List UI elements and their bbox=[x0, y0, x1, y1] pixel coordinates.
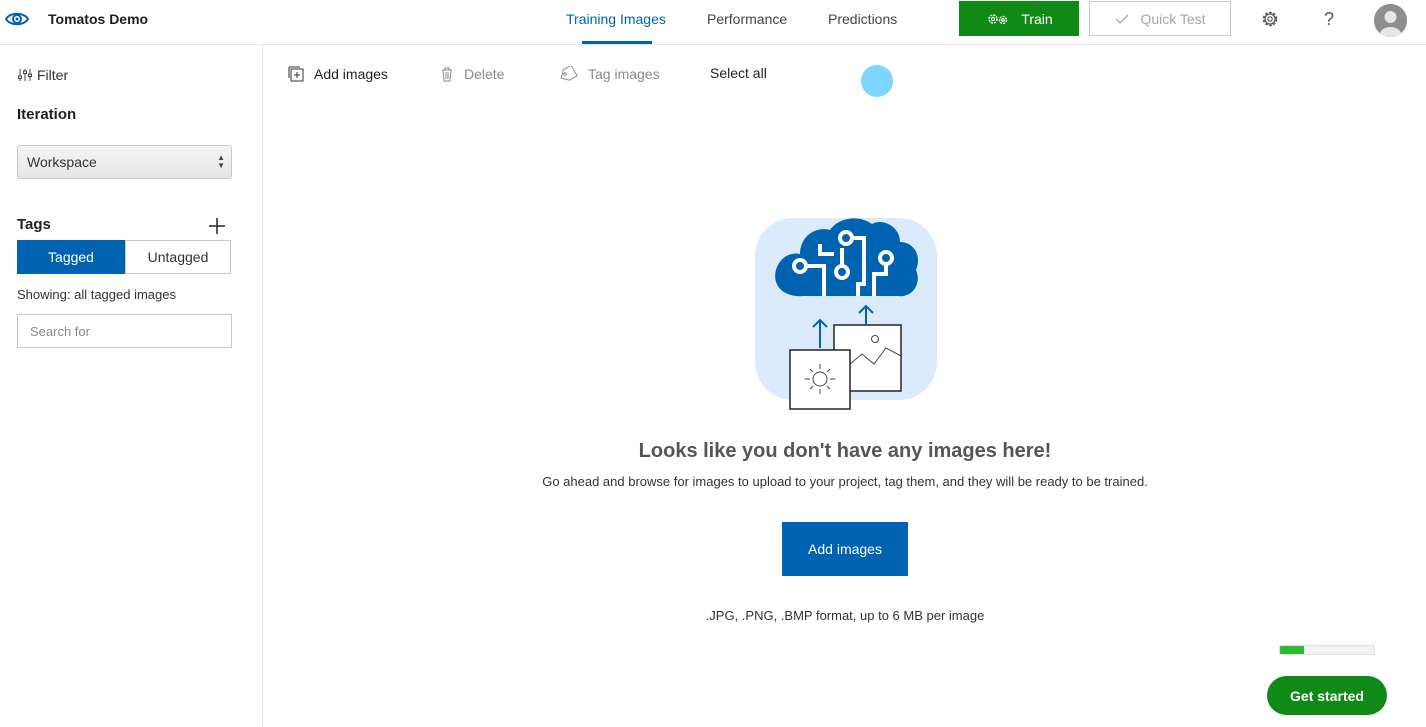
select-all-button[interactable]: Select all bbox=[710, 65, 767, 81]
top-bar: Tomatos Demo Training Images Performance… bbox=[0, 0, 1426, 45]
tab-predictions[interactable]: Predictions bbox=[828, 11, 897, 27]
eye-logo-icon[interactable] bbox=[4, 8, 30, 30]
empty-state-subtitle: Go ahead and browse for images to upload… bbox=[542, 474, 1148, 489]
quick-test-button[interactable]: Quick Test bbox=[1089, 1, 1231, 36]
filter-sliders-icon bbox=[18, 69, 32, 81]
avatar[interactable] bbox=[1374, 4, 1407, 37]
showing-status: Showing: all tagged images bbox=[17, 287, 176, 302]
select-arrows-icon: ▲ ▼ bbox=[217, 153, 225, 170]
add-image-icon bbox=[288, 66, 304, 82]
add-images-button[interactable]: Add images bbox=[782, 522, 908, 576]
get-started-button[interactable]: Get started bbox=[1267, 676, 1387, 715]
cursor-indicator bbox=[861, 65, 893, 97]
upload-cloud-illustration-icon bbox=[755, 218, 937, 410]
train-label: Train bbox=[1021, 10, 1053, 27]
supported-formats-note: .JPG, .PNG, .BMP format, up to 6 MB per … bbox=[705, 608, 985, 623]
gear-icon[interactable] bbox=[1259, 8, 1281, 30]
filter-label: Filter bbox=[37, 67, 69, 83]
app-title[interactable]: Tomatos Demo bbox=[48, 11, 148, 27]
help-icon[interactable]: ? bbox=[1318, 8, 1340, 30]
untagged-toggle[interactable]: Untagged bbox=[125, 240, 231, 274]
onboarding-progress-fill bbox=[1280, 646, 1304, 654]
train-button[interactable]: Train bbox=[959, 1, 1079, 36]
quick-test-label: Quick Test bbox=[1140, 10, 1206, 27]
iteration-heading: Iteration bbox=[17, 106, 77, 123]
user-avatar-icon bbox=[1374, 4, 1407, 37]
active-tab-indicator bbox=[582, 41, 652, 44]
gears-icon bbox=[988, 13, 1008, 24]
tab-training-images[interactable]: Training Images bbox=[566, 11, 666, 27]
tag-images-toolbar-button[interactable]: Tag images bbox=[558, 66, 660, 82]
add-tag-plus-icon[interactable] bbox=[208, 217, 226, 235]
tag-search-input[interactable] bbox=[17, 314, 232, 348]
tab-performance[interactable]: Performance bbox=[707, 11, 787, 27]
tag-images-label: Tag images bbox=[588, 66, 660, 82]
onboarding-progress-bar bbox=[1279, 645, 1375, 655]
empty-state-title: Looks like you don't have any images her… bbox=[638, 440, 1052, 462]
delete-toolbar-button[interactable]: Delete bbox=[440, 66, 504, 82]
filter-button[interactable]: Filter bbox=[17, 67, 68, 83]
iteration-select[interactable]: Workspace ▲ ▼ bbox=[17, 145, 232, 179]
tagged-toggle[interactable]: Tagged bbox=[17, 240, 125, 274]
tags-heading: Tags bbox=[17, 216, 51, 233]
trash-icon bbox=[442, 67, 452, 82]
checkmark-icon bbox=[1115, 14, 1129, 24]
iteration-select-value: Workspace bbox=[27, 154, 97, 170]
sidebar: Filter Iteration Workspace ▲ ▼ Tags Tagge… bbox=[0, 45, 263, 727]
tag-icon bbox=[560, 66, 578, 81]
delete-label: Delete bbox=[464, 66, 505, 82]
add-images-toolbar-button[interactable]: Add images bbox=[288, 66, 388, 82]
add-images-label: Add images bbox=[314, 66, 388, 82]
